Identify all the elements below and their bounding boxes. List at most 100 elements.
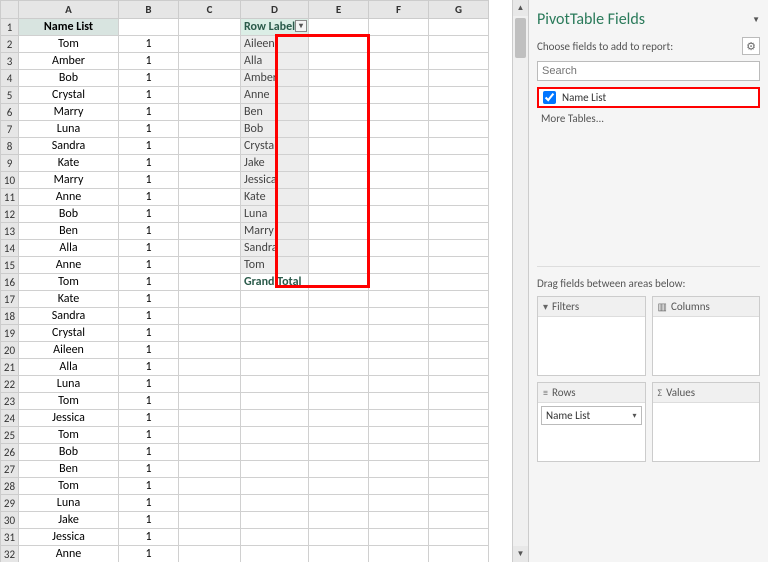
cell-E23[interactable] xyxy=(309,393,369,410)
cell-B18[interactable]: 1 xyxy=(119,308,179,325)
cell-F3[interactable] xyxy=(369,53,429,70)
cell-G26[interactable] xyxy=(429,444,489,461)
row-header-16[interactable]: 16 xyxy=(1,274,19,291)
row-header-11[interactable]: 11 xyxy=(1,189,19,206)
row-header-30[interactable]: 30 xyxy=(1,512,19,529)
cell-C12[interactable] xyxy=(179,206,241,223)
scroll-down-button[interactable]: ▼ xyxy=(513,546,528,562)
column-header-B[interactable]: B xyxy=(119,1,179,19)
cell-C24[interactable] xyxy=(179,410,241,427)
row-header-29[interactable]: 29 xyxy=(1,495,19,512)
cell-D10[interactable]: Jessica xyxy=(241,172,309,189)
row-header-3[interactable]: 3 xyxy=(1,53,19,70)
cell-C1[interactable] xyxy=(179,19,241,36)
cell-D20[interactable] xyxy=(241,342,309,359)
row-header-23[interactable]: 23 xyxy=(1,393,19,410)
cell-A3[interactable]: Amber xyxy=(19,53,119,70)
cell-E20[interactable] xyxy=(309,342,369,359)
cell-A2[interactable]: Tom xyxy=(19,36,119,53)
cell-G28[interactable] xyxy=(429,478,489,495)
cell-D28[interactable] xyxy=(241,478,309,495)
field-checkbox-name-list[interactable] xyxy=(543,91,556,104)
row-header-6[interactable]: 6 xyxy=(1,104,19,121)
cell-B2[interactable]: 1 xyxy=(119,36,179,53)
cell-A24[interactable]: Jessica xyxy=(19,410,119,427)
cell-A17[interactable]: Kate xyxy=(19,291,119,308)
cell-F16[interactable] xyxy=(369,274,429,291)
cell-A11[interactable]: Anne xyxy=(19,189,119,206)
cell-F29[interactable] xyxy=(369,495,429,512)
cell-E15[interactable] xyxy=(309,257,369,274)
cell-A31[interactable]: Jessica xyxy=(19,529,119,546)
cell-G20[interactable] xyxy=(429,342,489,359)
values-area[interactable]: ΣValues xyxy=(652,382,761,462)
cell-D30[interactable] xyxy=(241,512,309,529)
cell-A15[interactable]: Anne xyxy=(19,257,119,274)
cell-D13[interactable]: Marry xyxy=(241,223,309,240)
cell-B9[interactable]: 1 xyxy=(119,155,179,172)
cell-F22[interactable] xyxy=(369,376,429,393)
cell-B22[interactable]: 1 xyxy=(119,376,179,393)
cell-A12[interactable]: Bob xyxy=(19,206,119,223)
cell-E10[interactable] xyxy=(309,172,369,189)
cell-F10[interactable] xyxy=(369,172,429,189)
scroll-up-button[interactable]: ▲ xyxy=(513,0,528,16)
cell-B20[interactable]: 1 xyxy=(119,342,179,359)
column-header-C[interactable]: C xyxy=(179,1,241,19)
row-header-21[interactable]: 21 xyxy=(1,359,19,376)
cell-E22[interactable] xyxy=(309,376,369,393)
row-header-8[interactable]: 8 xyxy=(1,138,19,155)
cell-A23[interactable]: Tom xyxy=(19,393,119,410)
cell-E18[interactable] xyxy=(309,308,369,325)
cell-E1[interactable] xyxy=(309,19,369,36)
cell-F26[interactable] xyxy=(369,444,429,461)
cell-D29[interactable] xyxy=(241,495,309,512)
cell-B3[interactable]: 1 xyxy=(119,53,179,70)
cell-F32[interactable] xyxy=(369,546,429,562)
cell-G23[interactable] xyxy=(429,393,489,410)
cell-F2[interactable] xyxy=(369,36,429,53)
cell-G32[interactable] xyxy=(429,546,489,562)
cell-B4[interactable]: 1 xyxy=(119,70,179,87)
row-header-5[interactable]: 5 xyxy=(1,87,19,104)
cell-G9[interactable] xyxy=(429,155,489,172)
cell-D7[interactable]: Bob xyxy=(241,121,309,138)
cell-C10[interactable] xyxy=(179,172,241,189)
cell-E28[interactable] xyxy=(309,478,369,495)
row-header-26[interactable]: 26 xyxy=(1,444,19,461)
cell-A4[interactable]: Bob xyxy=(19,70,119,87)
panel-collapse-icon[interactable]: ▼ xyxy=(752,15,760,25)
cell-B5[interactable]: 1 xyxy=(119,87,179,104)
spreadsheet-grid[interactable]: ABCDEFG1Name ListRow Labels▾2Tom1Aileen3… xyxy=(0,0,528,562)
cell-G16[interactable] xyxy=(429,274,489,291)
row-header-28[interactable]: 28 xyxy=(1,478,19,495)
cell-A6[interactable]: Marry xyxy=(19,104,119,121)
cell-E14[interactable] xyxy=(309,240,369,257)
row-header-13[interactable]: 13 xyxy=(1,223,19,240)
cell-B11[interactable]: 1 xyxy=(119,189,179,206)
cell-B30[interactable]: 1 xyxy=(119,512,179,529)
cell-D27[interactable] xyxy=(241,461,309,478)
cell-D22[interactable] xyxy=(241,376,309,393)
cell-D23[interactable] xyxy=(241,393,309,410)
cell-C21[interactable] xyxy=(179,359,241,376)
cell-B13[interactable]: 1 xyxy=(119,223,179,240)
cell-C13[interactable] xyxy=(179,223,241,240)
cell-D12[interactable]: Luna xyxy=(241,206,309,223)
cell-G7[interactable] xyxy=(429,121,489,138)
cell-G30[interactable] xyxy=(429,512,489,529)
cell-A5[interactable]: Crystal xyxy=(19,87,119,104)
cell-E6[interactable] xyxy=(309,104,369,121)
cell-F23[interactable] xyxy=(369,393,429,410)
cell-G25[interactable] xyxy=(429,427,489,444)
column-header-E[interactable]: E xyxy=(309,1,369,19)
cell-B14[interactable]: 1 xyxy=(119,240,179,257)
cell-D9[interactable]: Jake xyxy=(241,155,309,172)
cell-F28[interactable] xyxy=(369,478,429,495)
cell-G5[interactable] xyxy=(429,87,489,104)
row-header-20[interactable]: 20 xyxy=(1,342,19,359)
cell-F1[interactable] xyxy=(369,19,429,36)
cell-G21[interactable] xyxy=(429,359,489,376)
cell-A21[interactable]: Alla xyxy=(19,359,119,376)
cell-A14[interactable]: Alla xyxy=(19,240,119,257)
